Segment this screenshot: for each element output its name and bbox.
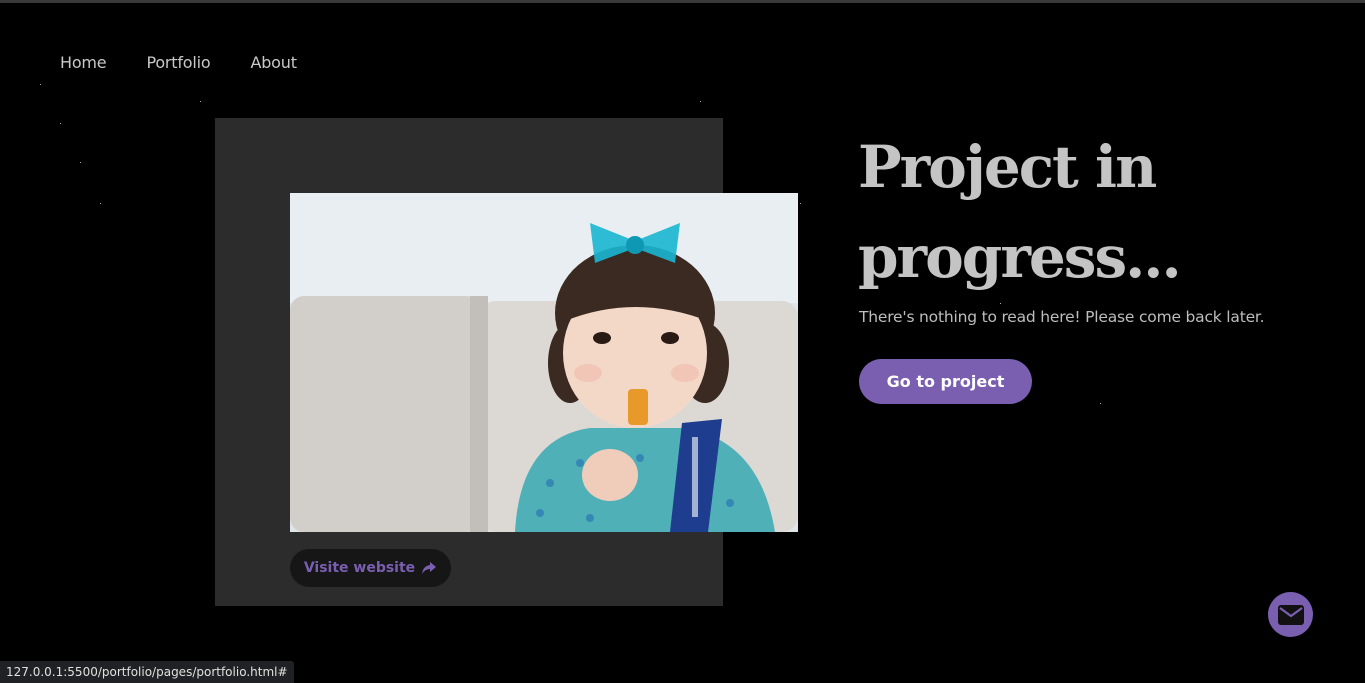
page-title: Project in progress... xyxy=(858,133,1182,291)
nav-item-about[interactable]: About xyxy=(250,53,297,72)
star-dot xyxy=(200,101,201,102)
share-arrow-icon xyxy=(422,562,437,574)
window-top-border xyxy=(0,0,1365,3)
main-nav: Home Portfolio About xyxy=(60,53,297,72)
star-dot xyxy=(80,162,81,163)
star-dot xyxy=(40,84,41,85)
nav-item-home[interactable]: Home xyxy=(60,53,107,72)
project-thumbnail xyxy=(290,193,798,532)
go-to-project-button[interactable]: Go to project xyxy=(859,359,1032,404)
browser-status-bar: 127.0.0.1:5500/portfolio/pages/portfolio… xyxy=(0,661,294,683)
star-dot xyxy=(1000,303,1001,304)
visit-website-label: Visite website xyxy=(303,560,416,576)
star-dot xyxy=(60,123,61,124)
star-dot xyxy=(100,203,101,204)
star-dot xyxy=(800,203,801,204)
mail-icon xyxy=(1277,604,1304,625)
nav-item-portfolio[interactable]: Portfolio xyxy=(146,53,210,72)
star-dot xyxy=(700,101,701,102)
visit-website-button[interactable]: Visite website xyxy=(290,549,451,587)
contact-mail-button[interactable] xyxy=(1268,592,1313,637)
star-dot xyxy=(1100,403,1101,404)
project-description: There's nothing to read here! Please com… xyxy=(859,308,1265,326)
